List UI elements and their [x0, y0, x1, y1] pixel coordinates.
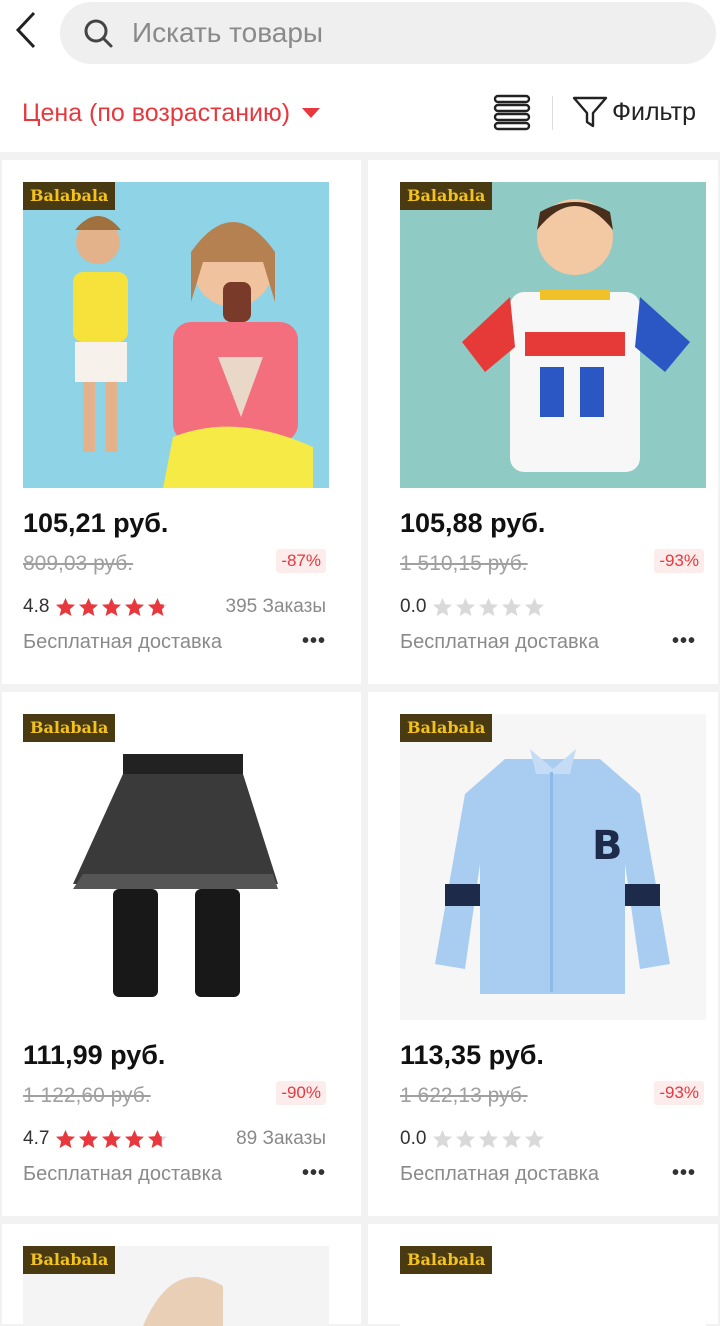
- star-icon: [148, 597, 168, 616]
- more-options-icon[interactable]: •••: [672, 630, 696, 653]
- back-button[interactable]: [6, 8, 46, 52]
- rating-row: 4.7: [23, 1128, 170, 1150]
- discount-badge: -87%: [276, 549, 326, 573]
- sort-label: Цена (по возрастанию): [22, 98, 291, 127]
- shipping-info: Бесплатная доставка: [23, 631, 222, 653]
- brand-badge: Balabala: [23, 714, 116, 742]
- star-icon: [125, 597, 145, 616]
- orders-count: 395 Заказы: [225, 596, 326, 617]
- star-icon: [525, 597, 545, 616]
- product-old-price: 809,03 руб.: [23, 552, 134, 575]
- product-card[interactable]: B Balabala 113,35 руб. 1 622,13 руб. -93…: [368, 692, 718, 1216]
- rating-row: 0.0: [400, 1128, 547, 1150]
- product-price: 111,99 руб.: [23, 1040, 166, 1070]
- product-image: Balabala: [23, 714, 329, 1020]
- star-icon: [125, 1129, 145, 1148]
- more-options-icon[interactable]: •••: [302, 1162, 326, 1185]
- rating-value: 0.0: [400, 1128, 427, 1149]
- product-card[interactable]: Balabala 111,99 руб. 1 122,60 руб. -90% …: [2, 692, 361, 1216]
- product-old-price: 1 122,60 руб.: [23, 1084, 151, 1107]
- filter-button[interactable]: Фильтр: [572, 92, 696, 132]
- search-placeholder: Искать товары: [132, 17, 324, 48]
- product-image: Balabala: [23, 1246, 329, 1326]
- star-icon: [502, 1129, 522, 1148]
- filter-label: Фильтр: [612, 97, 696, 126]
- top-bar: Искать товары Цена (по возрастанию) Филь…: [0, 0, 720, 152]
- star-icon: [456, 597, 476, 616]
- search-input[interactable]: Искать товары: [60, 2, 716, 64]
- star-icon: [102, 597, 122, 616]
- star-rating: [432, 597, 547, 618]
- brand-badge: Balabala: [23, 1246, 116, 1274]
- star-icon: [56, 597, 76, 616]
- discount-badge: -93%: [654, 549, 704, 573]
- product-price: 113,35 руб.: [400, 1040, 544, 1070]
- sort-dropdown[interactable]: Цена (по возрастанию): [22, 92, 321, 134]
- star-icon: [56, 1129, 76, 1148]
- brand-badge: Balabala: [400, 1246, 493, 1274]
- star-icon: [79, 1129, 99, 1148]
- svg-text:B: B: [592, 823, 623, 869]
- toolbar-divider: [552, 96, 553, 130]
- star-icon: [102, 1129, 122, 1148]
- product-old-price: 1 510,15 руб.: [400, 552, 528, 575]
- list-view-icon: [493, 94, 531, 131]
- star-rating: [432, 1129, 547, 1150]
- star-icon: [479, 1129, 499, 1148]
- product-image: Balabala: [400, 1246, 706, 1326]
- caret-down-icon: [302, 108, 321, 118]
- star-icon: [502, 597, 522, 616]
- star-icon: [479, 597, 499, 616]
- product-card[interactable]: Balabala: [368, 1224, 718, 1326]
- list-view-toggle[interactable]: [492, 92, 532, 132]
- product-card[interactable]: Balabala 105,88 руб. 1 510,15 руб. -93% …: [368, 160, 718, 684]
- brand-badge: Balabala: [400, 182, 493, 210]
- search-icon: [82, 16, 116, 50]
- brand-badge: Balabala: [23, 182, 116, 210]
- star-icon: [456, 1129, 476, 1148]
- brand-badge: Balabala: [400, 714, 493, 742]
- product-old-price: 1 622,13 руб.: [400, 1084, 528, 1107]
- rating-value: 4.8: [23, 596, 50, 617]
- product-image: Balabala: [400, 182, 706, 488]
- product-card[interactable]: Balabala: [2, 1224, 361, 1326]
- star-icon: [525, 1129, 545, 1148]
- product-image: B Balabala: [400, 714, 706, 1020]
- shipping-info: Бесплатная доставка: [400, 1163, 599, 1185]
- star-icon: [433, 1129, 453, 1148]
- product-image: Balabala: [23, 182, 329, 488]
- product-price: 105,21 руб.: [23, 508, 169, 538]
- star-icon: [433, 597, 453, 616]
- star-icon: [79, 597, 99, 616]
- discount-badge: -90%: [276, 1081, 326, 1105]
- more-options-icon[interactable]: •••: [672, 1162, 696, 1185]
- rating-row: 4.8: [23, 596, 170, 618]
- rating-value: 4.7: [23, 1128, 50, 1149]
- funnel-icon: [572, 96, 608, 128]
- shipping-info: Бесплатная доставка: [23, 1163, 222, 1185]
- star-rating: [55, 1129, 170, 1150]
- rating-row: 0.0: [400, 596, 547, 618]
- star-rating: [55, 597, 170, 618]
- shipping-info: Бесплатная доставка: [400, 631, 599, 653]
- discount-badge: -93%: [654, 1081, 704, 1105]
- rating-value: 0.0: [400, 596, 427, 617]
- orders-count: 89 Заказы: [236, 1128, 326, 1149]
- star-icon: [148, 1129, 168, 1148]
- more-options-icon[interactable]: •••: [302, 630, 326, 653]
- product-card[interactable]: Balabala 105,21 руб. 809,03 руб. -87% 4.…: [2, 160, 361, 684]
- product-price: 105,88 руб.: [400, 508, 546, 538]
- chevron-left-icon: [15, 11, 36, 49]
